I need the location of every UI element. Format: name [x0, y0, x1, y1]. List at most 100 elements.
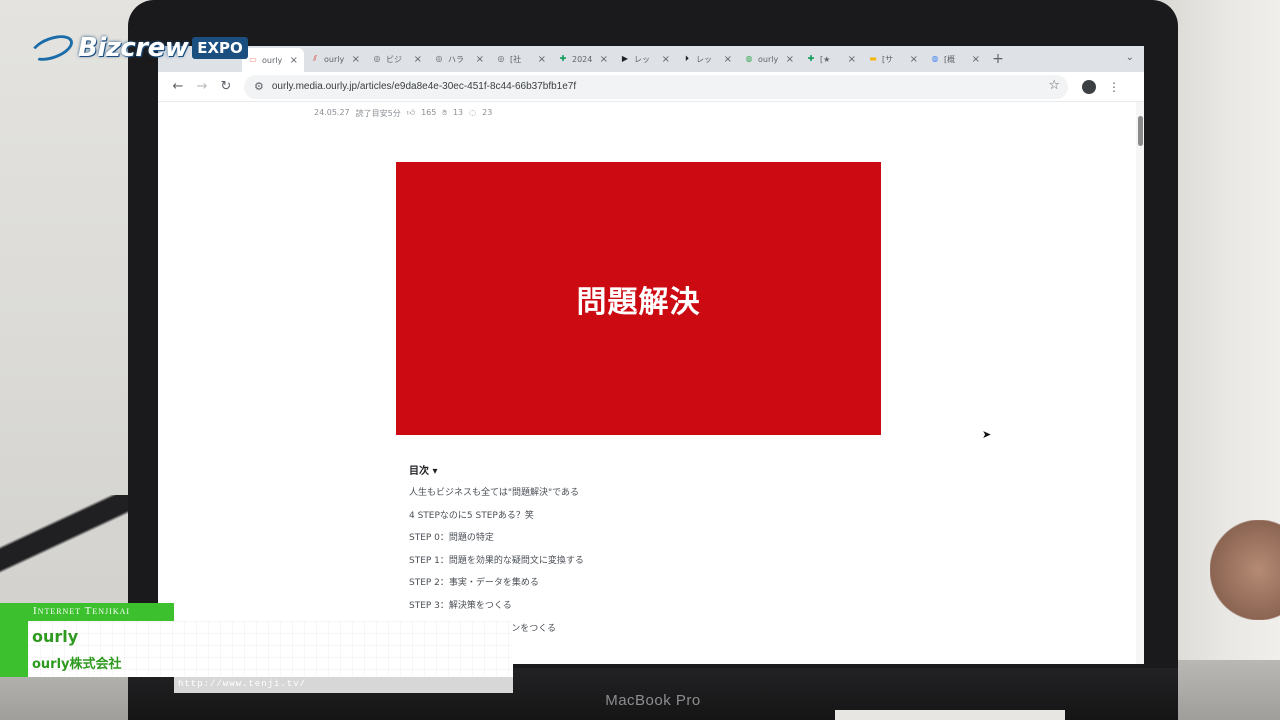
- tab-label: [概: [944, 54, 956, 64]
- hero-image: 問題解決: [396, 162, 881, 435]
- desk-sign: [835, 710, 1065, 720]
- tab-label: レッ: [696, 54, 712, 64]
- logo-badge: EXPO: [192, 37, 248, 59]
- toc-item[interactable]: STEP 1：問題を効果的な疑問文に変換する: [409, 553, 584, 576]
- toc-toggle[interactable]: 目次 ▾: [409, 462, 584, 477]
- close-icon[interactable]: ×: [848, 54, 856, 65]
- globe-icon: ◍: [745, 54, 753, 63]
- browser-tab[interactable]: ◍ ourly ×: [738, 48, 800, 70]
- lower-third-url-bar: http://www.tenji.tv/: [174, 677, 513, 693]
- play-circle-icon: ⏵: [685, 54, 689, 63]
- laptop-screen: ▭ ourly × ⫽ ourly × ◎ ビジ × ◎ ハラ × ◎ [社 × ✚ 2024 × ▶ レッ × ⏵ レッ ×…: [158, 46, 1144, 664]
- reload-button[interactable]: ↻: [214, 75, 238, 99]
- tab-label: ビジ: [386, 54, 402, 64]
- slides-icon: ▬: [869, 54, 877, 63]
- circle-icon: ◎: [373, 54, 381, 63]
- tab-label: ourly: [758, 54, 779, 64]
- site-info-icon[interactable]: ⚙: [254, 80, 264, 93]
- page-scrollbar[interactable]: [1136, 102, 1144, 664]
- tab-strip: ▭ ourly × ⫽ ourly × ◎ ビジ × ◎ ハラ × ◎ [社 × ✚ 2024 × ▶ レッ × ⏵ レッ ×…: [158, 46, 1144, 72]
- toc-list: 人生もビジネスも全ては"問題解決"である 4 STEPなのに5 STEPある？笑 S…: [409, 485, 584, 643]
- toc-heading: 目次: [409, 466, 429, 477]
- tab-label: ハラ: [448, 54, 464, 64]
- circle-icon: ◎: [497, 54, 505, 63]
- kebab-menu-icon[interactable]: ⋮: [1108, 80, 1120, 94]
- browser-tab[interactable]: ◎ [社 ×: [490, 48, 552, 70]
- article-meta: 24.05.27 読了目安5分 👍︎ 165 ✋︎ 13 ◌ 23: [314, 108, 492, 119]
- tab-label: 2024: [572, 54, 593, 64]
- close-icon[interactable]: ×: [476, 54, 484, 65]
- tab-label: [サ: [882, 54, 894, 64]
- toc-item[interactable]: 4 STEPなのに5 STEPある？笑: [409, 508, 584, 531]
- toc-item[interactable]: 人生もビジネスも全ては"問題解決"である: [409, 485, 584, 508]
- close-icon[interactable]: ×: [786, 54, 794, 65]
- browser-tab[interactable]: ⏵ レッ ×: [676, 48, 738, 70]
- close-icon[interactable]: ×: [662, 54, 670, 65]
- bookmark-star-icon[interactable]: ☆: [1048, 78, 1060, 93]
- close-icon[interactable]: ×: [290, 55, 298, 66]
- comment-count: 23: [482, 108, 493, 117]
- lower-third-tag: Internet Tenjikai: [0, 603, 174, 621]
- tab-label: [社: [510, 54, 522, 64]
- close-icon[interactable]: ×: [972, 54, 980, 65]
- article-date: 24.05.27: [314, 108, 350, 117]
- browser-tab[interactable]: ⫽ ourly ×: [304, 48, 366, 70]
- stripes-icon: ⫽: [313, 54, 317, 63]
- close-icon[interactable]: ×: [600, 54, 608, 65]
- lower-third-title: ourly: [32, 627, 79, 646]
- tab-label: ourly: [324, 54, 345, 64]
- browser-tab[interactable]: ▶ レッ ×: [614, 48, 676, 70]
- tab-label: レッ: [634, 54, 650, 64]
- reload-icon: ↻: [220, 79, 232, 94]
- forward-button[interactable]: →: [190, 75, 214, 99]
- back-button[interactable]: ←: [166, 75, 190, 99]
- logo-swoosh-icon: [27, 30, 77, 66]
- browser-tab[interactable]: ◍ [概 ×: [924, 48, 986, 70]
- new-tab-button[interactable]: +: [986, 51, 1010, 67]
- browser-tab[interactable]: ◎ ハラ ×: [428, 48, 490, 70]
- url-text: ourly.media.ourly.jp/articles/e9da8e4e-3…: [271, 81, 577, 92]
- circle-icon: ◎: [435, 54, 443, 63]
- lower-third-url: http://www.tenji.tv/: [178, 679, 307, 689]
- hero-title: 問題解決: [576, 284, 701, 320]
- arrow-left-icon: ←: [172, 79, 184, 94]
- profile-avatar-icon[interactable]: [1082, 79, 1096, 94]
- tab-label: ourly: [262, 55, 283, 65]
- browser-tab[interactable]: ✚ [★ ×: [800, 48, 862, 70]
- hand: [1210, 520, 1280, 620]
- bizcrew-expo-logo: Bizcrew EXPO: [27, 30, 248, 66]
- toc-item[interactable]: STEP 0：問題の特定: [409, 530, 584, 553]
- play-icon: ▶: [621, 54, 629, 63]
- table-of-contents: 目次 ▾ 人生もビジネスも全ては"問題解決"である 4 STEPなのに5 STEP…: [409, 462, 584, 643]
- read-time: 読了目安5分: [355, 109, 401, 118]
- cable: [0, 495, 130, 605]
- globe-icon: ◍: [931, 54, 939, 63]
- close-icon[interactable]: ×: [414, 54, 422, 65]
- toc-item[interactable]: STEP 2：事実・データを集める: [409, 575, 584, 598]
- browser-tab[interactable]: ▭ ourly ×: [242, 48, 304, 72]
- like-count: 165: [421, 108, 437, 117]
- photo-background: MacBook Pro ▭ ourly × ⫽ ourly × ◎ ビジ × ◎ ハラ × ◎ [社 × ✚ 2…: [0, 0, 1280, 720]
- browser-tab[interactable]: ✚ 2024 ×: [552, 48, 614, 70]
- address-bar[interactable]: ⚙ ourly.media.ourly.jp/articles/e9da8e4e…: [244, 74, 1068, 99]
- comment-icon: ◌: [469, 108, 477, 117]
- device-label: MacBook Pro: [605, 692, 701, 709]
- tab-search-icon[interactable]: ⌄: [1126, 52, 1134, 63]
- tab-label: [★: [820, 54, 831, 64]
- close-icon[interactable]: ×: [724, 54, 732, 65]
- page-icon: ▭: [249, 55, 257, 64]
- toc-item[interactable]: STEP 3：解決策をつくる: [409, 598, 584, 621]
- scrollbar-thumb[interactable]: [1138, 116, 1143, 146]
- clap-count: 13: [452, 108, 464, 117]
- browser-toolbar: ← → ↻ ⚙ ourly.media.ourly.jp/articles/e9…: [158, 72, 1144, 102]
- close-icon[interactable]: ×: [910, 54, 918, 65]
- close-icon[interactable]: ×: [352, 54, 360, 65]
- clap-icon: ✋︎: [442, 108, 447, 117]
- lower-third-subtitle: ourly株式会社: [32, 657, 122, 672]
- browser-tab[interactable]: ◎ ビジ ×: [366, 48, 428, 70]
- article-page: 24.05.27 読了目安5分 👍︎ 165 ✋︎ 13 ◌ 23 問題解決 目…: [158, 102, 1144, 664]
- lower-third-panel: ourly ourly株式会社: [28, 621, 513, 677]
- caret-down-icon: ▾: [432, 466, 438, 477]
- browser-tab[interactable]: ▬ [サ ×: [862, 48, 924, 70]
- close-icon[interactable]: ×: [538, 54, 546, 65]
